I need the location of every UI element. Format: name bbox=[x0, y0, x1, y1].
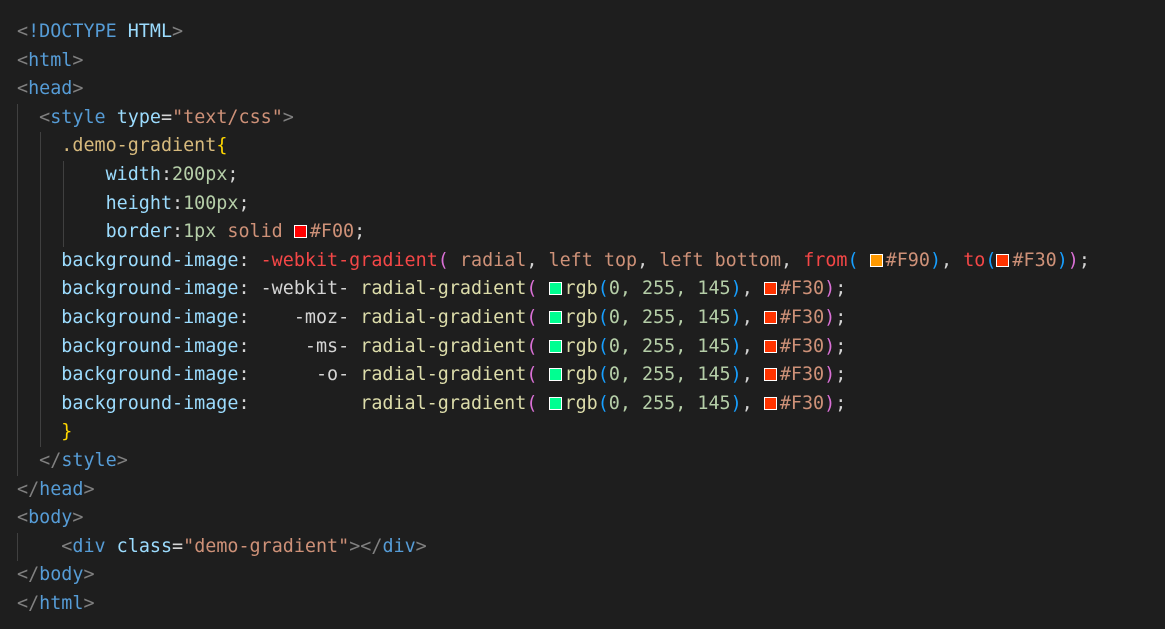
code-line-body-close: </body> bbox=[17, 564, 95, 586]
webkit-gradient-function: -webkit-gradient bbox=[260, 249, 438, 271]
body-tag: body bbox=[39, 564, 84, 586]
type-attribute: type bbox=[116, 106, 161, 128]
code-editor[interactable]: <!DOCTYPE HTML> <html> <head> <style typ… bbox=[0, 18, 1165, 618]
code-line-bg-webkit-radial: background-image: -webkit- radial-gradie… bbox=[0, 275, 1165, 304]
body-tag: body bbox=[28, 507, 73, 529]
background-image-property: background-image bbox=[61, 335, 239, 357]
ms-prefix: -ms- bbox=[304, 335, 350, 357]
code-line-html-open: <html> bbox=[17, 49, 84, 71]
head-tag: head bbox=[28, 78, 73, 100]
rgb-values: 0, 255, 145 bbox=[608, 306, 731, 328]
head-tag: head bbox=[39, 478, 84, 500]
radial-gradient-function: radial-gradient bbox=[360, 278, 527, 300]
background-image-property: background-image bbox=[61, 278, 239, 300]
code-line-close-brace: } bbox=[0, 418, 1165, 447]
code-line-doctype: <!DOCTYPE HTML> bbox=[17, 21, 184, 42]
doctype-keyword: !DOCTYPE bbox=[28, 21, 117, 42]
html-tag: html bbox=[39, 592, 84, 614]
code-line-bg-webkit-gradient: background-image: -webkit-gradient( radi… bbox=[0, 246, 1165, 276]
to-color-value: #F30 bbox=[1012, 249, 1057, 271]
color-swatch-red-orange[interactable] bbox=[763, 282, 777, 296]
code-line-border: border:1px solid #F00; bbox=[0, 218, 1165, 247]
rgb-values: 0, 255, 145 bbox=[608, 364, 731, 386]
color-swatch-green[interactable] bbox=[548, 368, 562, 382]
color-swatch-red-orange[interactable] bbox=[763, 339, 777, 353]
left-top-keyword: left top bbox=[548, 249, 638, 271]
div-tag: div bbox=[72, 535, 106, 557]
color-swatch-red-orange[interactable] bbox=[996, 253, 1010, 267]
color-swatch-orange[interactable] bbox=[869, 253, 883, 267]
end-color-value: #F30 bbox=[779, 335, 825, 357]
code-line-bg-moz-radial: background-image: -moz- radial-gradient(… bbox=[0, 303, 1165, 333]
color-swatch-green[interactable] bbox=[548, 310, 562, 324]
webkit-prefix: -webkit- bbox=[260, 278, 350, 300]
div-tag: div bbox=[382, 535, 416, 557]
to-function: to bbox=[963, 249, 986, 271]
color-swatch-red-orange[interactable] bbox=[763, 368, 777, 382]
color-swatch-red-orange[interactable] bbox=[763, 310, 777, 324]
from-function: from bbox=[803, 249, 848, 271]
background-image-property: background-image bbox=[61, 306, 239, 328]
from-color-value: #F90 bbox=[885, 249, 930, 271]
end-color-value: #F30 bbox=[779, 392, 825, 414]
left-bottom-keyword: left bottom bbox=[659, 249, 782, 271]
code-line-html-close: </html> bbox=[17, 592, 95, 614]
code-line-head-close: </head> bbox=[17, 478, 95, 500]
border-width-value: 1px bbox=[183, 221, 217, 243]
moz-prefix: -moz- bbox=[293, 306, 350, 328]
rgb-function: rgb bbox=[564, 306, 598, 328]
rgb-function: rgb bbox=[564, 278, 598, 300]
rgb-function: rgb bbox=[564, 392, 598, 414]
code-line-bg-radial: background-image: radial-gradient( rgb(0… bbox=[0, 389, 1165, 419]
end-color-value: #F30 bbox=[779, 306, 825, 328]
end-color-value: #F30 bbox=[779, 364, 825, 386]
rgb-values: 0, 255, 145 bbox=[608, 278, 731, 300]
end-color-value: #F30 bbox=[779, 278, 825, 300]
radial-keyword: radial bbox=[459, 249, 527, 271]
border-color-value: #F00 bbox=[309, 221, 355, 243]
css-selector: .demo-gradient bbox=[61, 135, 217, 157]
border-style-value: solid bbox=[227, 221, 283, 243]
doctype-name: HTML bbox=[127, 21, 173, 42]
code-line-body-open: <body> bbox=[17, 507, 84, 529]
radial-gradient-function: radial-gradient bbox=[360, 335, 527, 357]
height-property: height bbox=[105, 192, 173, 214]
o-prefix: -o- bbox=[315, 364, 350, 386]
width-value: 200px bbox=[172, 163, 228, 185]
rgb-function: rgb bbox=[564, 364, 598, 386]
html-tag: html bbox=[28, 49, 73, 71]
type-value: "text/css" bbox=[172, 106, 283, 128]
color-swatch-green[interactable] bbox=[548, 339, 562, 353]
code-line-head-open: <head> bbox=[17, 78, 84, 100]
code-line-bg-o-radial: background-image: -o- radial-gradient( r… bbox=[0, 361, 1165, 390]
border-property: border bbox=[105, 221, 173, 243]
rgb-function: rgb bbox=[564, 335, 598, 357]
class-attribute: class bbox=[116, 535, 173, 557]
color-swatch-red[interactable] bbox=[293, 225, 307, 239]
code-line-selector: .demo-gradient{ bbox=[0, 132, 1165, 161]
height-value: 100px bbox=[183, 192, 239, 214]
code-line-style-close: </style> bbox=[0, 446, 1165, 476]
background-image-property: background-image bbox=[61, 392, 239, 414]
code-line-bg-ms-radial: background-image: -ms- radial-gradient( … bbox=[0, 332, 1165, 362]
class-value: "demo-gradient" bbox=[183, 535, 350, 557]
color-swatch-red-orange[interactable] bbox=[763, 396, 777, 410]
background-image-property: background-image bbox=[61, 364, 239, 386]
code-line-div: <div class="demo-gradient"></div> bbox=[0, 532, 1165, 562]
background-image-property: background-image bbox=[61, 249, 239, 271]
code-line-width: width:200px; bbox=[0, 160, 1165, 190]
style-tag: style bbox=[50, 106, 106, 128]
color-swatch-green[interactable] bbox=[548, 282, 562, 296]
radial-gradient-function: radial-gradient bbox=[360, 364, 527, 386]
radial-gradient-function: radial-gradient bbox=[360, 306, 527, 328]
color-swatch-green[interactable] bbox=[548, 396, 562, 410]
rgb-values: 0, 255, 145 bbox=[608, 392, 731, 414]
style-tag: style bbox=[61, 449, 117, 471]
radial-gradient-function: radial-gradient bbox=[360, 392, 527, 414]
rgb-values: 0, 255, 145 bbox=[608, 335, 731, 357]
code-line-style-open: <style type="text/css"> bbox=[0, 103, 1165, 133]
width-property: width bbox=[105, 163, 161, 185]
code-line-height: height:100px; bbox=[0, 189, 1165, 219]
